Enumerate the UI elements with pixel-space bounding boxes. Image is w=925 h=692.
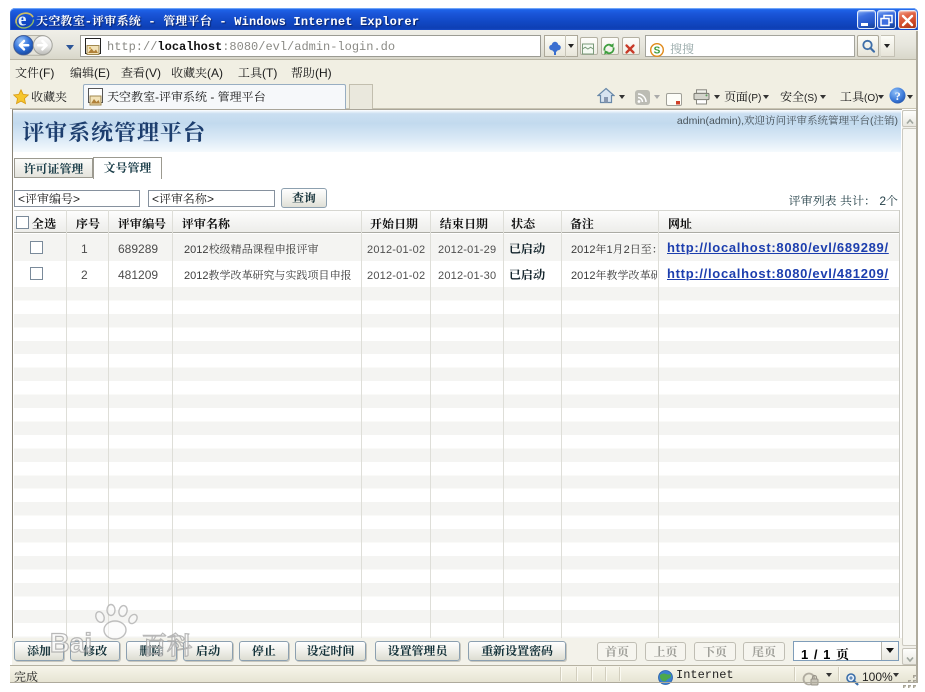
svg-text:百科: 百科 [142,626,192,662]
svg-text:?: ? [895,89,901,103]
svg-text:S: S [654,46,661,57]
svg-text:Bai: Bai [50,628,92,658]
